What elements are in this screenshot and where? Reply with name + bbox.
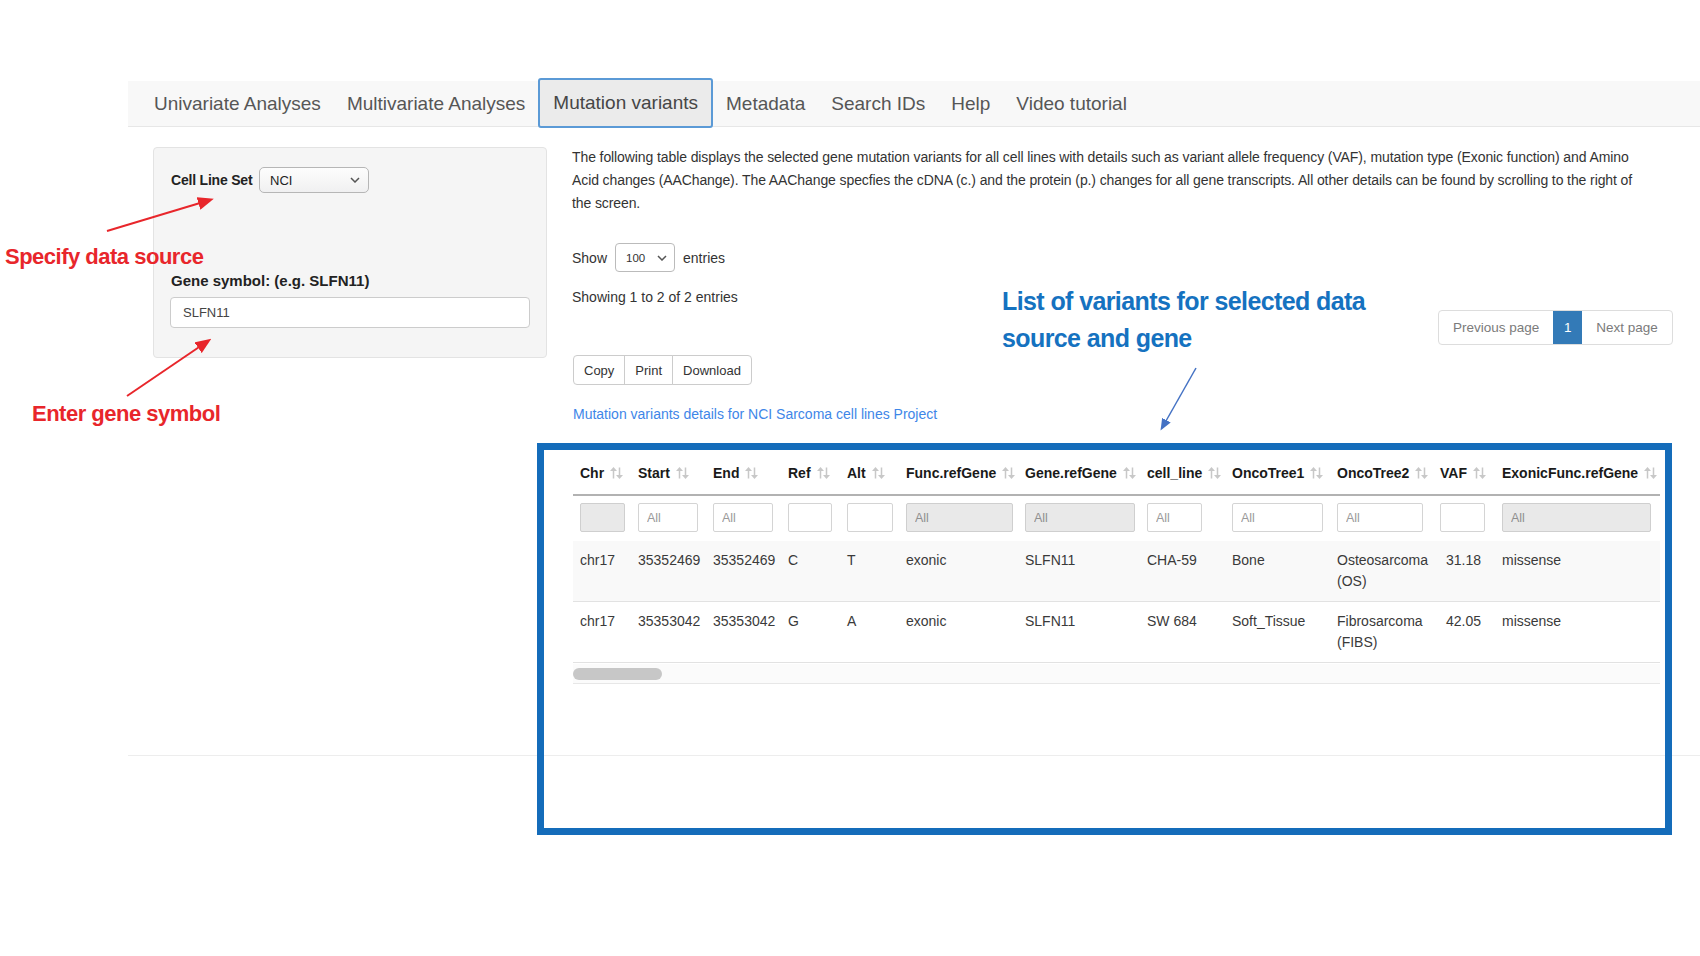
- sort-icon[interactable]: [610, 467, 623, 479]
- col-header-oncotree1[interactable]: OncoTree1: [1225, 455, 1330, 495]
- chevron-down-icon: [657, 255, 667, 261]
- tab-mutation-variants[interactable]: Mutation variants: [538, 78, 713, 128]
- sort-icon[interactable]: [817, 467, 830, 479]
- chevron-down-icon: [350, 177, 360, 183]
- filter-func-refgene[interactable]: [906, 503, 1013, 532]
- sort-icon[interactable]: [1002, 467, 1015, 479]
- filter-oncotree1[interactable]: [1232, 503, 1323, 532]
- filter-vaf[interactable]: [1440, 503, 1485, 532]
- col-header-end[interactable]: End: [706, 455, 781, 495]
- sort-icon[interactable]: [1473, 467, 1486, 479]
- filter-alt[interactable]: [847, 503, 893, 532]
- previous-page-button[interactable]: Previous page: [1439, 311, 1553, 344]
- tab-multivariate-analyses[interactable]: Multivariate Analyses: [334, 93, 538, 115]
- pagination: Previous page 1 Next page: [1438, 310, 1673, 345]
- filter-row: [573, 495, 1660, 541]
- col-header-oncotree2[interactable]: OncoTree2: [1330, 455, 1433, 495]
- show-label: Show: [572, 250, 607, 266]
- cell-line-set-label: Cell Line Set: [171, 172, 259, 188]
- cell-line-set-value: NCI: [270, 173, 292, 188]
- col-header-vaf[interactable]: VAF: [1433, 455, 1495, 495]
- horizontal-scrollbar[interactable]: [573, 664, 1660, 684]
- main-nav: Univariate Analyses Multivariate Analyse…: [128, 81, 1700, 127]
- sort-icon[interactable]: [1208, 467, 1221, 479]
- annotation-enter-gene-symbol: Enter gene symbol: [32, 401, 220, 427]
- col-header-chr[interactable]: Chr: [573, 455, 631, 495]
- filter-start[interactable]: [638, 503, 698, 532]
- page: Univariate Analyses Multivariate Analyse…: [0, 0, 1700, 956]
- filter-exonicfunc-refgene[interactable]: [1502, 503, 1651, 532]
- tab-help[interactable]: Help: [938, 93, 1003, 115]
- filter-gene-refgene[interactable]: [1025, 503, 1135, 532]
- sort-icon[interactable]: [745, 467, 758, 479]
- page-number-1[interactable]: 1: [1553, 311, 1582, 344]
- tab-video-tutorial[interactable]: Video tutorial: [1003, 93, 1140, 115]
- col-header-cell-line[interactable]: cell_line: [1140, 455, 1225, 495]
- sort-icon[interactable]: [1644, 467, 1657, 479]
- footer-divider: [128, 755, 1700, 756]
- col-header-func-refgene[interactable]: Func.refGene: [899, 455, 1018, 495]
- variants-table: Chr Start End Ref Alt Func.refGene Gene.…: [573, 455, 1660, 663]
- show-entries-control: Show 100 entries: [572, 243, 725, 272]
- export-buttons: Copy Print Download: [573, 355, 752, 385]
- gene-symbol-input[interactable]: [170, 297, 530, 328]
- filter-cell-line[interactable]: [1147, 503, 1202, 532]
- print-button[interactable]: Print: [624, 355, 673, 385]
- download-button[interactable]: Download: [672, 355, 752, 385]
- gene-symbol-label: Gene symbol: (e.g. SLFN11): [171, 272, 369, 289]
- page-size-select[interactable]: 100: [615, 243, 675, 272]
- sidebar-panel: Cell Line Set NCI Gene symbol: (e.g. SLF…: [153, 147, 547, 358]
- tab-metadata[interactable]: Metadata: [713, 93, 818, 115]
- annotation-specify-data-source: Specify data source: [5, 244, 203, 270]
- tab-univariate-analyses[interactable]: Univariate Analyses: [141, 93, 334, 115]
- col-header-ref[interactable]: Ref: [781, 455, 840, 495]
- blue-arrow-to-table: [1162, 368, 1196, 428]
- col-header-alt[interactable]: Alt: [840, 455, 899, 495]
- sort-icon[interactable]: [872, 467, 885, 479]
- scrollbar-thumb[interactable]: [573, 668, 662, 680]
- table-description: The following table displays the selecte…: [572, 146, 1632, 215]
- cell-line-set-select[interactable]: NCI: [259, 167, 369, 193]
- copy-button[interactable]: Copy: [573, 355, 625, 385]
- header-row: Chr Start End Ref Alt Func.refGene Gene.…: [573, 455, 1660, 495]
- col-header-exonicfunc-refgene[interactable]: ExonicFunc.refGene: [1495, 455, 1660, 495]
- entries-label: entries: [683, 250, 725, 266]
- next-page-button[interactable]: Next page: [1582, 311, 1672, 344]
- col-header-gene-refgene[interactable]: Gene.refGene: [1018, 455, 1140, 495]
- filter-oncotree2[interactable]: [1337, 503, 1423, 532]
- sort-icon[interactable]: [1123, 467, 1136, 479]
- table-title-link: Mutation variants details for NCI Sarcom…: [573, 406, 937, 422]
- sort-icon[interactable]: [1310, 467, 1323, 479]
- table-info: Showing 1 to 2 of 2 entries: [572, 289, 738, 305]
- filter-ref[interactable]: [788, 503, 832, 532]
- table-row[interactable]: chr17 35353042 35353042 G A exonic SLFN1…: [573, 602, 1660, 663]
- table-row[interactable]: chr17 35352469 35352469 C T exonic SLFN1…: [573, 541, 1660, 602]
- tab-search-ids[interactable]: Search IDs: [818, 93, 938, 115]
- sort-icon[interactable]: [676, 467, 689, 479]
- col-header-start[interactable]: Start: [631, 455, 706, 495]
- filter-end[interactable]: [713, 503, 773, 532]
- annotation-list-of-variants: List of variants for selected data sourc…: [1002, 283, 1365, 357]
- filter-chr[interactable]: [580, 503, 625, 532]
- sort-icon[interactable]: [1415, 467, 1428, 479]
